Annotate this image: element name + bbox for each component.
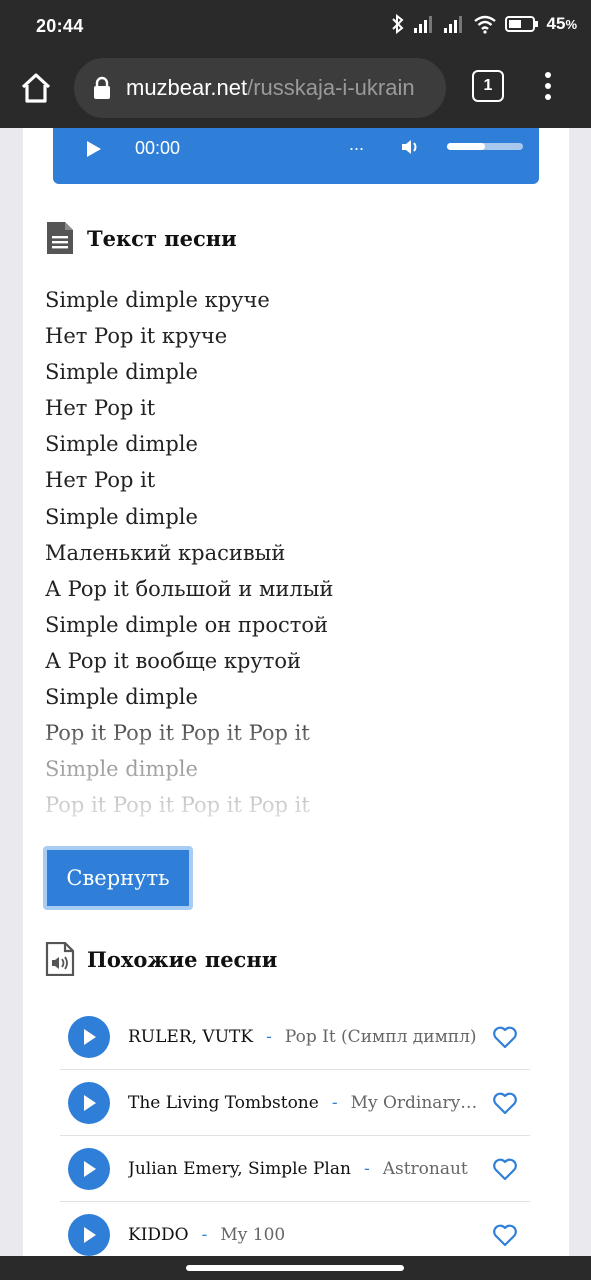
song-separator: - bbox=[363, 1158, 370, 1179]
heart-icon[interactable] bbox=[492, 1157, 518, 1181]
clock: 20:44 bbox=[36, 16, 84, 36]
list-item[interactable]: The Living Tombstone - My Ordinary Life bbox=[60, 1070, 530, 1136]
status-icons: 45% bbox=[391, 14, 577, 34]
song-title[interactable]: My Ordinary Life bbox=[351, 1093, 478, 1113]
status-bar: 20:44 45% bbox=[0, 0, 591, 52]
play-button[interactable] bbox=[68, 1213, 110, 1256]
player-time: 00:00 bbox=[135, 138, 181, 158]
song-artist[interactable]: The Living Tombstone bbox=[128, 1093, 319, 1113]
heart-icon[interactable] bbox=[492, 1091, 518, 1115]
signal-icon bbox=[413, 16, 432, 33]
song-separator: - bbox=[201, 1224, 208, 1245]
tab-count: 1 bbox=[483, 77, 493, 94]
lyrics-title: Текст песни bbox=[87, 225, 237, 251]
lyrics-line: Simple dimple bbox=[45, 504, 198, 529]
volume-slider[interactable] bbox=[447, 143, 523, 150]
lyrics-line: Simple dimple bbox=[45, 360, 198, 385]
bluetooth-icon bbox=[391, 14, 404, 34]
song-title[interactable]: Pop It (Симпл димпл) bbox=[285, 1027, 478, 1047]
list-item[interactable]: RULER, VUTK - Pop It (Симпл димпл) bbox=[60, 1004, 530, 1070]
song-title[interactable]: Astronaut bbox=[383, 1159, 478, 1179]
song-separator: - bbox=[331, 1092, 338, 1113]
play-icon bbox=[84, 1226, 96, 1243]
list-item[interactable]: KIDDO - My 100 bbox=[60, 1202, 530, 1256]
volume-icon[interactable] bbox=[401, 138, 421, 156]
audio-player: 00:00 ... bbox=[53, 128, 539, 184]
play-icon bbox=[84, 1028, 96, 1045]
lyrics-line: Нет Pop it bbox=[45, 468, 156, 493]
page-content: 00:00 ... Текст песни Simple dimple круч… bbox=[23, 128, 569, 1256]
player-more[interactable]: ... bbox=[349, 134, 364, 155]
battery-level: 45% bbox=[546, 14, 577, 33]
audio-file-icon bbox=[45, 942, 75, 976]
lyrics-line: Simple dimple bbox=[45, 757, 198, 782]
address-bar[interactable]: muzbear.net/russkaja-i-ukrain bbox=[74, 58, 446, 118]
more-menu-icon[interactable] bbox=[538, 70, 558, 102]
tab-switcher-button[interactable]: 1 bbox=[472, 70, 504, 102]
song-artist[interactable]: RULER, VUTK bbox=[128, 1027, 253, 1047]
similar-songs-title: Похожие песни bbox=[87, 946, 278, 972]
lyrics-header: Текст песни bbox=[45, 221, 237, 255]
signal-icon bbox=[443, 16, 462, 33]
song-meta: RULER, VUTK - Pop It (Симпл димпл) bbox=[128, 1027, 478, 1047]
lyrics-line: Pop it Pop it Pop it Pop it bbox=[45, 793, 310, 818]
song-artist[interactable]: Julian Emery, Simple Plan bbox=[128, 1159, 351, 1179]
lyrics-line: А Pop it большой и милый bbox=[45, 576, 334, 601]
song-separator: - bbox=[266, 1026, 272, 1047]
collapse-button-label: Свернуть bbox=[66, 866, 170, 890]
play-button[interactable] bbox=[68, 1147, 110, 1190]
play-icon bbox=[84, 1094, 96, 1111]
song-meta: The Living Tombstone - My Ordinary Life bbox=[128, 1093, 478, 1113]
lyrics-line: А Pop it вообще крутой bbox=[45, 648, 302, 673]
heart-icon[interactable] bbox=[492, 1223, 518, 1247]
lock-icon bbox=[94, 76, 110, 99]
lyrics-line: Маленький красивый bbox=[45, 540, 286, 565]
play-icon bbox=[84, 1160, 96, 1177]
play-button[interactable] bbox=[68, 1081, 110, 1124]
list-item[interactable]: Julian Emery, Simple Plan - Astronaut bbox=[60, 1136, 530, 1202]
lyrics-line: Pop it Pop it Pop it Pop it bbox=[45, 721, 310, 746]
song-meta: Julian Emery, Simple Plan - Astronaut bbox=[128, 1159, 478, 1179]
play-button[interactable] bbox=[68, 1015, 110, 1058]
play-icon[interactable] bbox=[85, 140, 103, 158]
home-gesture-handle[interactable] bbox=[186, 1265, 404, 1271]
similar-songs-header: Похожие песни bbox=[45, 942, 277, 976]
collapse-button[interactable]: Свернуть bbox=[43, 846, 193, 910]
lyrics-text: Simple dimple круче Нет Pop it круче Simpl… bbox=[45, 282, 545, 830]
similar-songs-list: RULER, VUTK - Pop It (Симпл димпл) The L… bbox=[60, 1004, 530, 1256]
browser-toolbar: muzbear.net/russkaja-i-ukrain 1 bbox=[0, 52, 591, 128]
home-icon[interactable] bbox=[18, 70, 54, 106]
battery-icon bbox=[504, 16, 538, 32]
lyrics-line: Simple dimple bbox=[45, 432, 198, 457]
lyrics-line: Нет Pop it bbox=[45, 396, 156, 421]
song-artist[interactable]: KIDDO bbox=[128, 1225, 189, 1245]
document-icon bbox=[47, 222, 73, 254]
lyrics-line: Simple dimple он простой bbox=[45, 612, 329, 637]
song-meta: KIDDO - My 100 bbox=[128, 1225, 478, 1245]
wifi-icon bbox=[473, 15, 496, 34]
gesture-nav-bar bbox=[0, 1256, 591, 1280]
lyrics-line: Simple dimple bbox=[45, 685, 198, 710]
lyrics-line: Simple dimple круче bbox=[45, 288, 270, 312]
song-title[interactable]: My 100 bbox=[220, 1225, 478, 1245]
volume-slider-fill bbox=[447, 143, 485, 150]
heart-icon[interactable] bbox=[492, 1025, 518, 1049]
url-text: muzbear.net/russkaja-i-ukrain bbox=[126, 75, 415, 100]
lyrics-line: Нет Pop it круче bbox=[45, 324, 228, 349]
